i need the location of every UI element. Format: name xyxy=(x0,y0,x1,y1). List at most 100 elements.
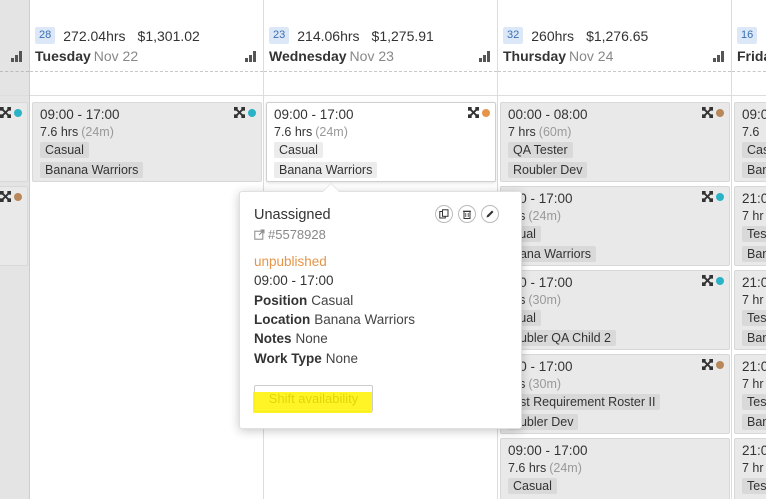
shift-details-popover: Unassigned #5578928 unpublished 09:00 - … xyxy=(239,184,522,429)
shift-card[interactable]: :00 - 17:00 hrs(30m) est Requirement Ros… xyxy=(500,354,730,434)
shift-position-tag: est Requirement Roster II xyxy=(508,394,661,410)
day-date: Nov 22 xyxy=(93,48,139,64)
day-cost: $1,275.91 xyxy=(371,27,434,44)
shift-card-icons xyxy=(234,107,256,118)
shift-availability-button[interactable]: Shift availability xyxy=(254,385,373,412)
shift-location-tag: Ban xyxy=(742,246,766,262)
day-name: Wednesday xyxy=(269,48,347,64)
shift-card[interactable]: 09:00 - 17:00 7.6 hrs (24m) Casual xyxy=(500,438,730,499)
shift-card[interactable]: 09:00 - 17:00 7.6 hrs (24m) Casual Banana… xyxy=(32,102,262,182)
chart-bars-icon[interactable] xyxy=(479,51,491,62)
shift-location-tag: Roubler Dev xyxy=(508,162,588,178)
day-date: Nov 24 xyxy=(569,48,614,64)
day-column-partial-left xyxy=(0,0,30,499)
day-cost: $1,276.65 xyxy=(586,27,649,44)
expand-icon[interactable] xyxy=(702,359,713,370)
shift-duration: 7 hr xyxy=(742,461,764,475)
expand-icon[interactable] xyxy=(702,107,713,118)
delete-icon[interactable] xyxy=(458,205,476,223)
shift-position-tag: Casual xyxy=(508,478,557,494)
shift-card-icons xyxy=(0,107,22,118)
shift-time: 21:00 xyxy=(742,359,766,374)
edit-icon[interactable] xyxy=(481,205,499,223)
shift-card[interactable]: 21:00 7 hr Test Ban xyxy=(734,354,766,434)
shift-time: 09:00 xyxy=(742,107,766,122)
expand-icon[interactable] xyxy=(468,107,479,118)
day-hours: 214.06hrs xyxy=(297,27,360,44)
shift-card[interactable]: 21:00 7 hr Test Ban xyxy=(734,270,766,350)
shift-time: 21:00 xyxy=(742,443,766,458)
shift-duration: 7 hr xyxy=(742,209,764,223)
day-band xyxy=(732,80,766,96)
status-dot xyxy=(14,192,22,201)
shift-id-link[interactable]: #5578928 xyxy=(254,227,326,242)
day-column-thursday: 32 260hrs $1,276.65 Thursday Nov 24 00:00… xyxy=(498,0,732,499)
shift-position-tag: Test xyxy=(742,226,766,242)
day-header: 28 272.04hrs $1,301.02 Tuesday Nov 22 xyxy=(30,0,263,72)
day-column-friday: 16 Frida 09:00 7.6 Cas Ban 21:00 7 hr Te… xyxy=(732,0,766,499)
day-header: 23 214.06hrs $1,275.91 Wednesday Nov 23 xyxy=(264,0,497,72)
shift-position-tag: Casual xyxy=(274,142,323,158)
popover-title: Unassigned xyxy=(254,207,331,223)
shift-duration: 7 hr xyxy=(742,293,764,307)
day-band xyxy=(30,80,263,96)
shift-location-tag: Banana Warriors xyxy=(274,162,378,178)
day-date: Nov 23 xyxy=(349,48,394,64)
shift-card-icons xyxy=(702,359,724,370)
shift-time: 21:00 xyxy=(742,275,766,290)
shift-location-tag: Ban xyxy=(742,414,766,430)
expand-icon[interactable] xyxy=(0,191,11,202)
shift-card[interactable]: 21:00 7 hr Test xyxy=(734,438,766,499)
expand-icon[interactable] xyxy=(702,275,713,286)
shift-position-tag: Casual xyxy=(40,142,89,158)
shift-card[interactable]: :00 - 17:00 hrs(24m) sual nana Warriors xyxy=(500,186,730,266)
day-name: Frida xyxy=(737,48,766,64)
popover-actions xyxy=(435,205,499,223)
shift-position-tag: Cas xyxy=(742,142,766,158)
shift-duration: 7 hr xyxy=(742,377,764,391)
day-hours: 272.04hrs xyxy=(63,27,126,44)
external-link-icon xyxy=(254,229,265,240)
popover-time: 09:00 - 17:00 xyxy=(254,273,334,288)
shift-time: 00:00 - 08:00 xyxy=(508,107,588,122)
publish-status: unpublished xyxy=(254,254,327,269)
position-row: Position Casual xyxy=(254,293,354,308)
expand-icon[interactable] xyxy=(0,107,11,118)
shift-id: #5578928 xyxy=(268,227,326,242)
shift-card[interactable] xyxy=(0,102,28,182)
copy-icon[interactable] xyxy=(435,205,453,223)
chart-bars-icon[interactable] xyxy=(11,51,23,62)
day-hours: 260hrs xyxy=(531,27,575,44)
day-header: 16 Frida xyxy=(732,0,766,72)
shift-card[interactable] xyxy=(0,186,28,266)
shift-card[interactable]: 21:00 7 hr Test Ban xyxy=(734,186,766,266)
day-name: Thursday xyxy=(503,48,567,64)
status-dot xyxy=(716,108,724,117)
shift-duration: 7.6 xyxy=(742,125,760,139)
day-band xyxy=(498,80,731,96)
day-header: 32 260hrs $1,276.65 Thursday Nov 24 xyxy=(498,0,731,72)
status-dot xyxy=(716,360,724,369)
status-dot xyxy=(248,108,256,117)
status-dot xyxy=(14,108,22,117)
day-cost: $1,301.02 xyxy=(137,27,200,44)
shift-duration: 7.6 hrs (24m) xyxy=(40,125,114,139)
shift-time: 09:00 - 17:00 xyxy=(508,443,588,458)
shift-location-tag: Ban xyxy=(742,330,766,346)
worktype-row: Work Type None xyxy=(254,351,359,366)
shift-card[interactable]: :00 - 17:00 hrs(30m) sual oubler QA Chil… xyxy=(500,270,730,350)
chart-bars-icon[interactable] xyxy=(245,51,257,62)
shift-card[interactable]: 00:00 - 08:00 7 hrs (60m) QA Tester Roubl… xyxy=(500,102,730,182)
day-band xyxy=(0,80,29,96)
day-name: Tuesday xyxy=(35,48,91,64)
day-band xyxy=(264,80,497,96)
chart-bars-icon[interactable] xyxy=(713,51,725,62)
shift-position-tag: Test xyxy=(742,310,766,326)
expand-icon[interactable] xyxy=(702,191,713,202)
shift-card-selected[interactable]: 09:00 - 17:00 7.6 hrs (24m) Casual Banana… xyxy=(266,102,496,182)
shift-position-tag: QA Tester xyxy=(508,142,573,158)
shift-card-icons xyxy=(468,107,490,118)
day-header xyxy=(0,0,29,72)
expand-icon[interactable] xyxy=(234,107,245,118)
shift-card[interactable]: 09:00 7.6 Cas Ban xyxy=(734,102,766,182)
